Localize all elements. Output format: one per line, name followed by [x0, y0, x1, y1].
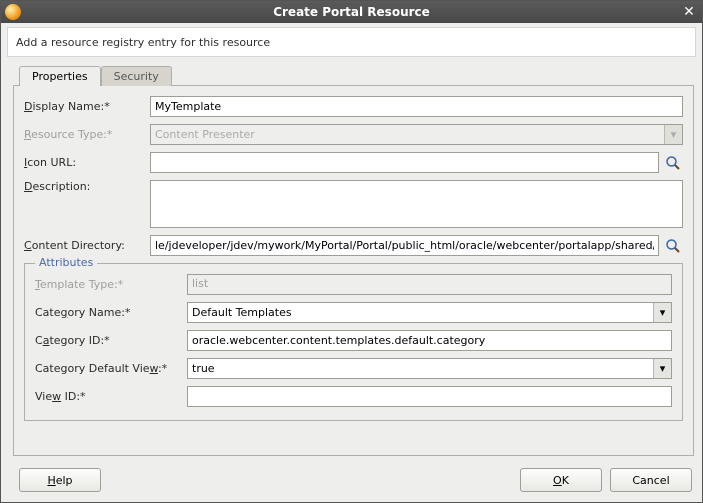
row-icon-url: Icon URL:: [24, 152, 683, 173]
button-bar: Help OK Cancel: [1, 460, 702, 502]
window-title: Create Portal Resource: [1, 5, 702, 19]
tab-strip: Properties Security: [19, 63, 694, 85]
row-display-name: Display Name:*: [24, 96, 683, 117]
description-textarea[interactable]: [150, 180, 683, 228]
label-view-id: View ID:*: [35, 390, 187, 403]
app-icon: [5, 4, 21, 20]
resource-type-select: Content Presenter ▾: [150, 124, 683, 145]
attributes-fieldset: Attributes Template Type:* list Category…: [24, 263, 683, 421]
tab-properties[interactable]: Properties: [19, 66, 101, 86]
row-category-id: Category ID:*: [35, 330, 672, 351]
label-content-directory: Content Directory:: [24, 239, 150, 252]
label-icon-url: Icon URL:: [24, 156, 150, 169]
label-template-type: Template Type:*: [35, 278, 187, 291]
content-directory-browse-button[interactable]: [663, 236, 683, 256]
row-view-id: View ID:*: [35, 386, 672, 407]
dialog-window: Create Portal Resource ✕ Add a resource …: [0, 0, 703, 503]
row-resource-type: Resource Type:* Content Presenter ▾: [24, 124, 683, 145]
title-bar: Create Portal Resource ✕: [1, 1, 702, 23]
ok-button[interactable]: OK: [520, 468, 602, 492]
magnifier-icon: [665, 155, 681, 171]
view-id-input[interactable]: [187, 386, 672, 407]
info-text: Add a resource registry entry for this r…: [16, 36, 270, 49]
chevron-down-icon: ▾: [653, 303, 671, 322]
category-name-select[interactable]: Default Templates ▾: [187, 302, 672, 323]
label-category-name: Category Name:*: [35, 306, 187, 319]
label-description: Description:: [24, 180, 150, 193]
attributes-legend: Attributes: [35, 256, 97, 269]
category-id-input[interactable]: [187, 330, 672, 351]
chevron-down-icon: ▾: [653, 359, 671, 378]
template-type-value: list: [187, 274, 672, 295]
chevron-down-icon: ▾: [664, 125, 682, 144]
icon-url-input[interactable]: [150, 152, 659, 173]
tab-security[interactable]: Security: [101, 66, 172, 86]
content-directory-input[interactable]: [150, 235, 659, 256]
label-resource-type: Resource Type:*: [24, 128, 150, 141]
category-default-view-value: true: [192, 362, 215, 375]
cancel-button[interactable]: Cancel: [610, 468, 692, 492]
display-name-input[interactable]: [150, 96, 683, 117]
help-button[interactable]: Help: [19, 468, 101, 492]
category-default-view-select[interactable]: true ▾: [187, 358, 672, 379]
row-template-type: Template Type:* list: [35, 274, 672, 295]
category-name-value: Default Templates: [192, 306, 292, 319]
row-content-directory: Content Directory:: [24, 235, 683, 256]
icon-url-browse-button[interactable]: [663, 153, 683, 173]
resource-type-value: Content Presenter: [155, 128, 255, 141]
close-icon: ✕: [683, 4, 695, 20]
row-category-name: Category Name:* Default Templates ▾: [35, 302, 672, 323]
label-category-default-view: Category Default View:*: [35, 362, 187, 375]
tab-label: Properties: [32, 70, 88, 83]
close-button[interactable]: ✕: [680, 3, 698, 21]
magnifier-icon: [665, 238, 681, 254]
content-area: Properties Security Display Name:* Resou…: [1, 63, 702, 460]
row-description: Description:: [24, 180, 683, 228]
row-category-default-view: Category Default View:* true ▾: [35, 358, 672, 379]
tab-panel-properties: Display Name:* Resource Type:* Content P…: [13, 85, 694, 456]
info-bar: Add a resource registry entry for this r…: [7, 27, 696, 57]
label-display-name: Display Name:*: [24, 100, 150, 113]
tab-label: Security: [114, 70, 159, 83]
label-category-id: Category ID:*: [35, 334, 187, 347]
